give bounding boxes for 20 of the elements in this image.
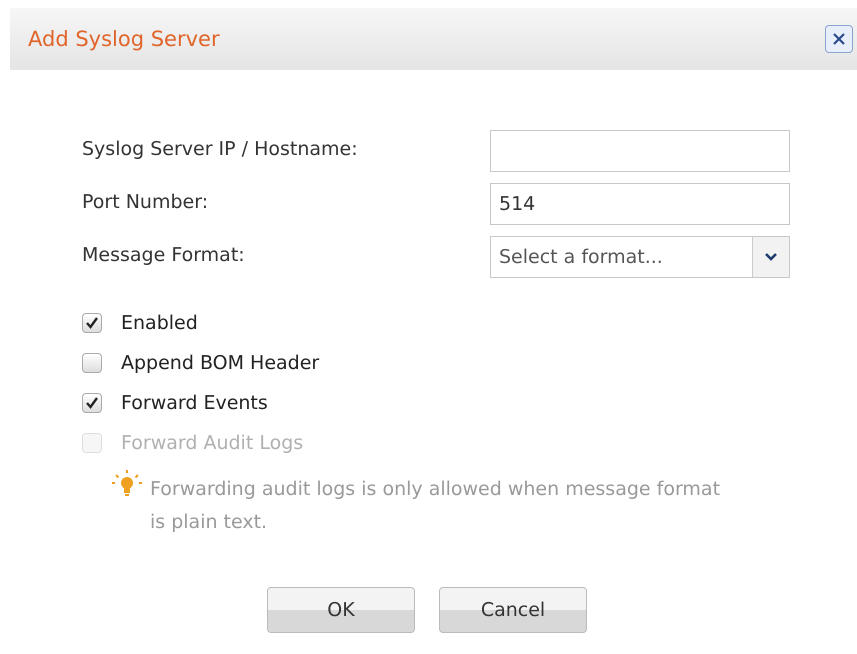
input-field[interactable] [490,130,790,172]
field-label: Port Number: [82,190,210,213]
caret-icon [764,252,778,262]
dialog-button[interactable]: Cancel [439,587,587,633]
checkbox-label: Append BOM Header [121,352,320,374]
input-field[interactable]: 514 [490,183,790,225]
hint-text: Forwarding audit logs is only allowed when message format is plain text. [150,477,722,535]
checkbox[interactable] [82,393,102,413]
dialog-title: Add Syslog Server [28,27,220,51]
close-button[interactable] [825,25,853,53]
checkbox-label: Forward Events [121,392,268,414]
checkbox-label: Forward Audit Logs [121,432,304,454]
dialog-button[interactable]: OK [267,587,415,633]
checkbox[interactable] [82,353,102,373]
field-label: Syslog Server IP / Hostname: [82,137,359,160]
checkbox-label: Enabled [121,312,198,334]
format-dropdown[interactable]: Select a format... [490,236,790,278]
field-label: Message Format: [82,243,246,266]
checkbox[interactable] [82,313,102,333]
lightbulb-icon [110,469,144,499]
